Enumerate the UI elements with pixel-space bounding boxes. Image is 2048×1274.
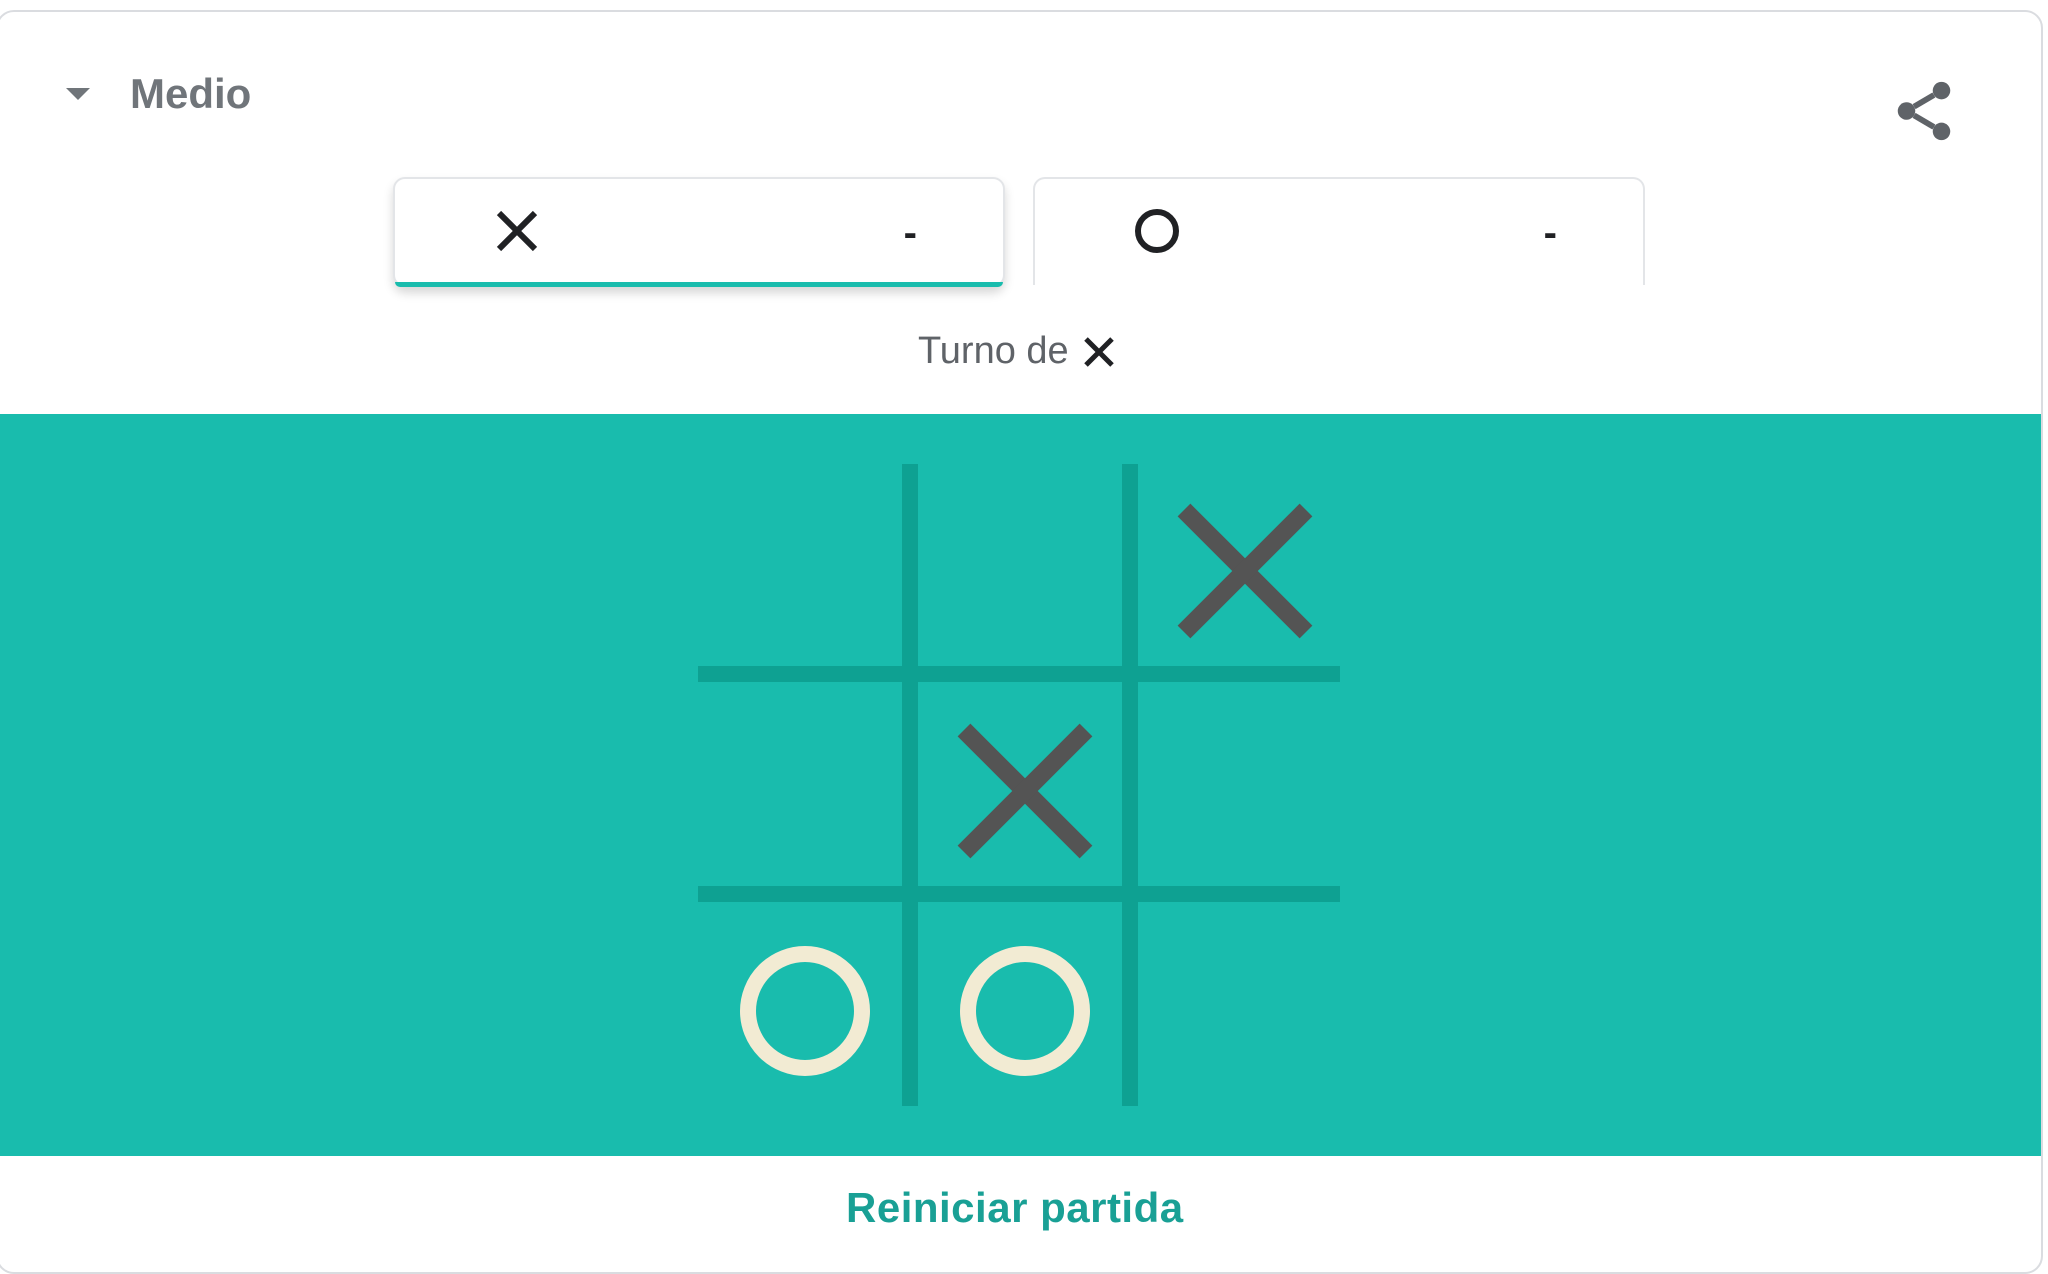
- x-mark-icon: [957, 723, 1093, 859]
- x-symbol-icon: [1083, 336, 1114, 367]
- board-cell[interactable]: [698, 684, 912, 898]
- turn-indicator: Turno de: [918, 330, 1117, 373]
- board-cell[interactable]: [1138, 904, 1352, 1118]
- o-symbol-icon: [1135, 209, 1179, 253]
- restart-button[interactable]: Reiniciar partida: [846, 1184, 1184, 1232]
- o-mark-icon: [960, 946, 1090, 1076]
- board-cell[interactable]: [698, 904, 912, 1118]
- board-cell[interactable]: [918, 684, 1132, 898]
- x-mark-icon: [1177, 503, 1313, 639]
- tic-tac-toe-card: Medio - - Turno de Reiniciar partida: [0, 10, 2043, 1274]
- score-card-x[interactable]: -: [393, 177, 1005, 287]
- board-cell[interactable]: [918, 464, 1132, 678]
- caret-down-icon: [66, 88, 90, 100]
- difficulty-dropdown[interactable]: Medio: [66, 70, 251, 118]
- board-cell[interactable]: [1138, 464, 1352, 678]
- share-icon[interactable]: [1889, 76, 1959, 146]
- difficulty-label: Medio: [130, 70, 252, 117]
- x-symbol-icon: [496, 210, 538, 252]
- score-value-x: -: [903, 211, 917, 255]
- board-cell[interactable]: [1138, 684, 1352, 898]
- board-cell[interactable]: [698, 464, 912, 678]
- score-value-o: -: [1543, 211, 1557, 255]
- board-cell[interactable]: [918, 904, 1132, 1118]
- score-card-o[interactable]: -: [1033, 177, 1645, 285]
- game-board: [698, 464, 1340, 1106]
- turn-label: Turno de: [918, 330, 1069, 372]
- o-mark-icon: [740, 946, 870, 1076]
